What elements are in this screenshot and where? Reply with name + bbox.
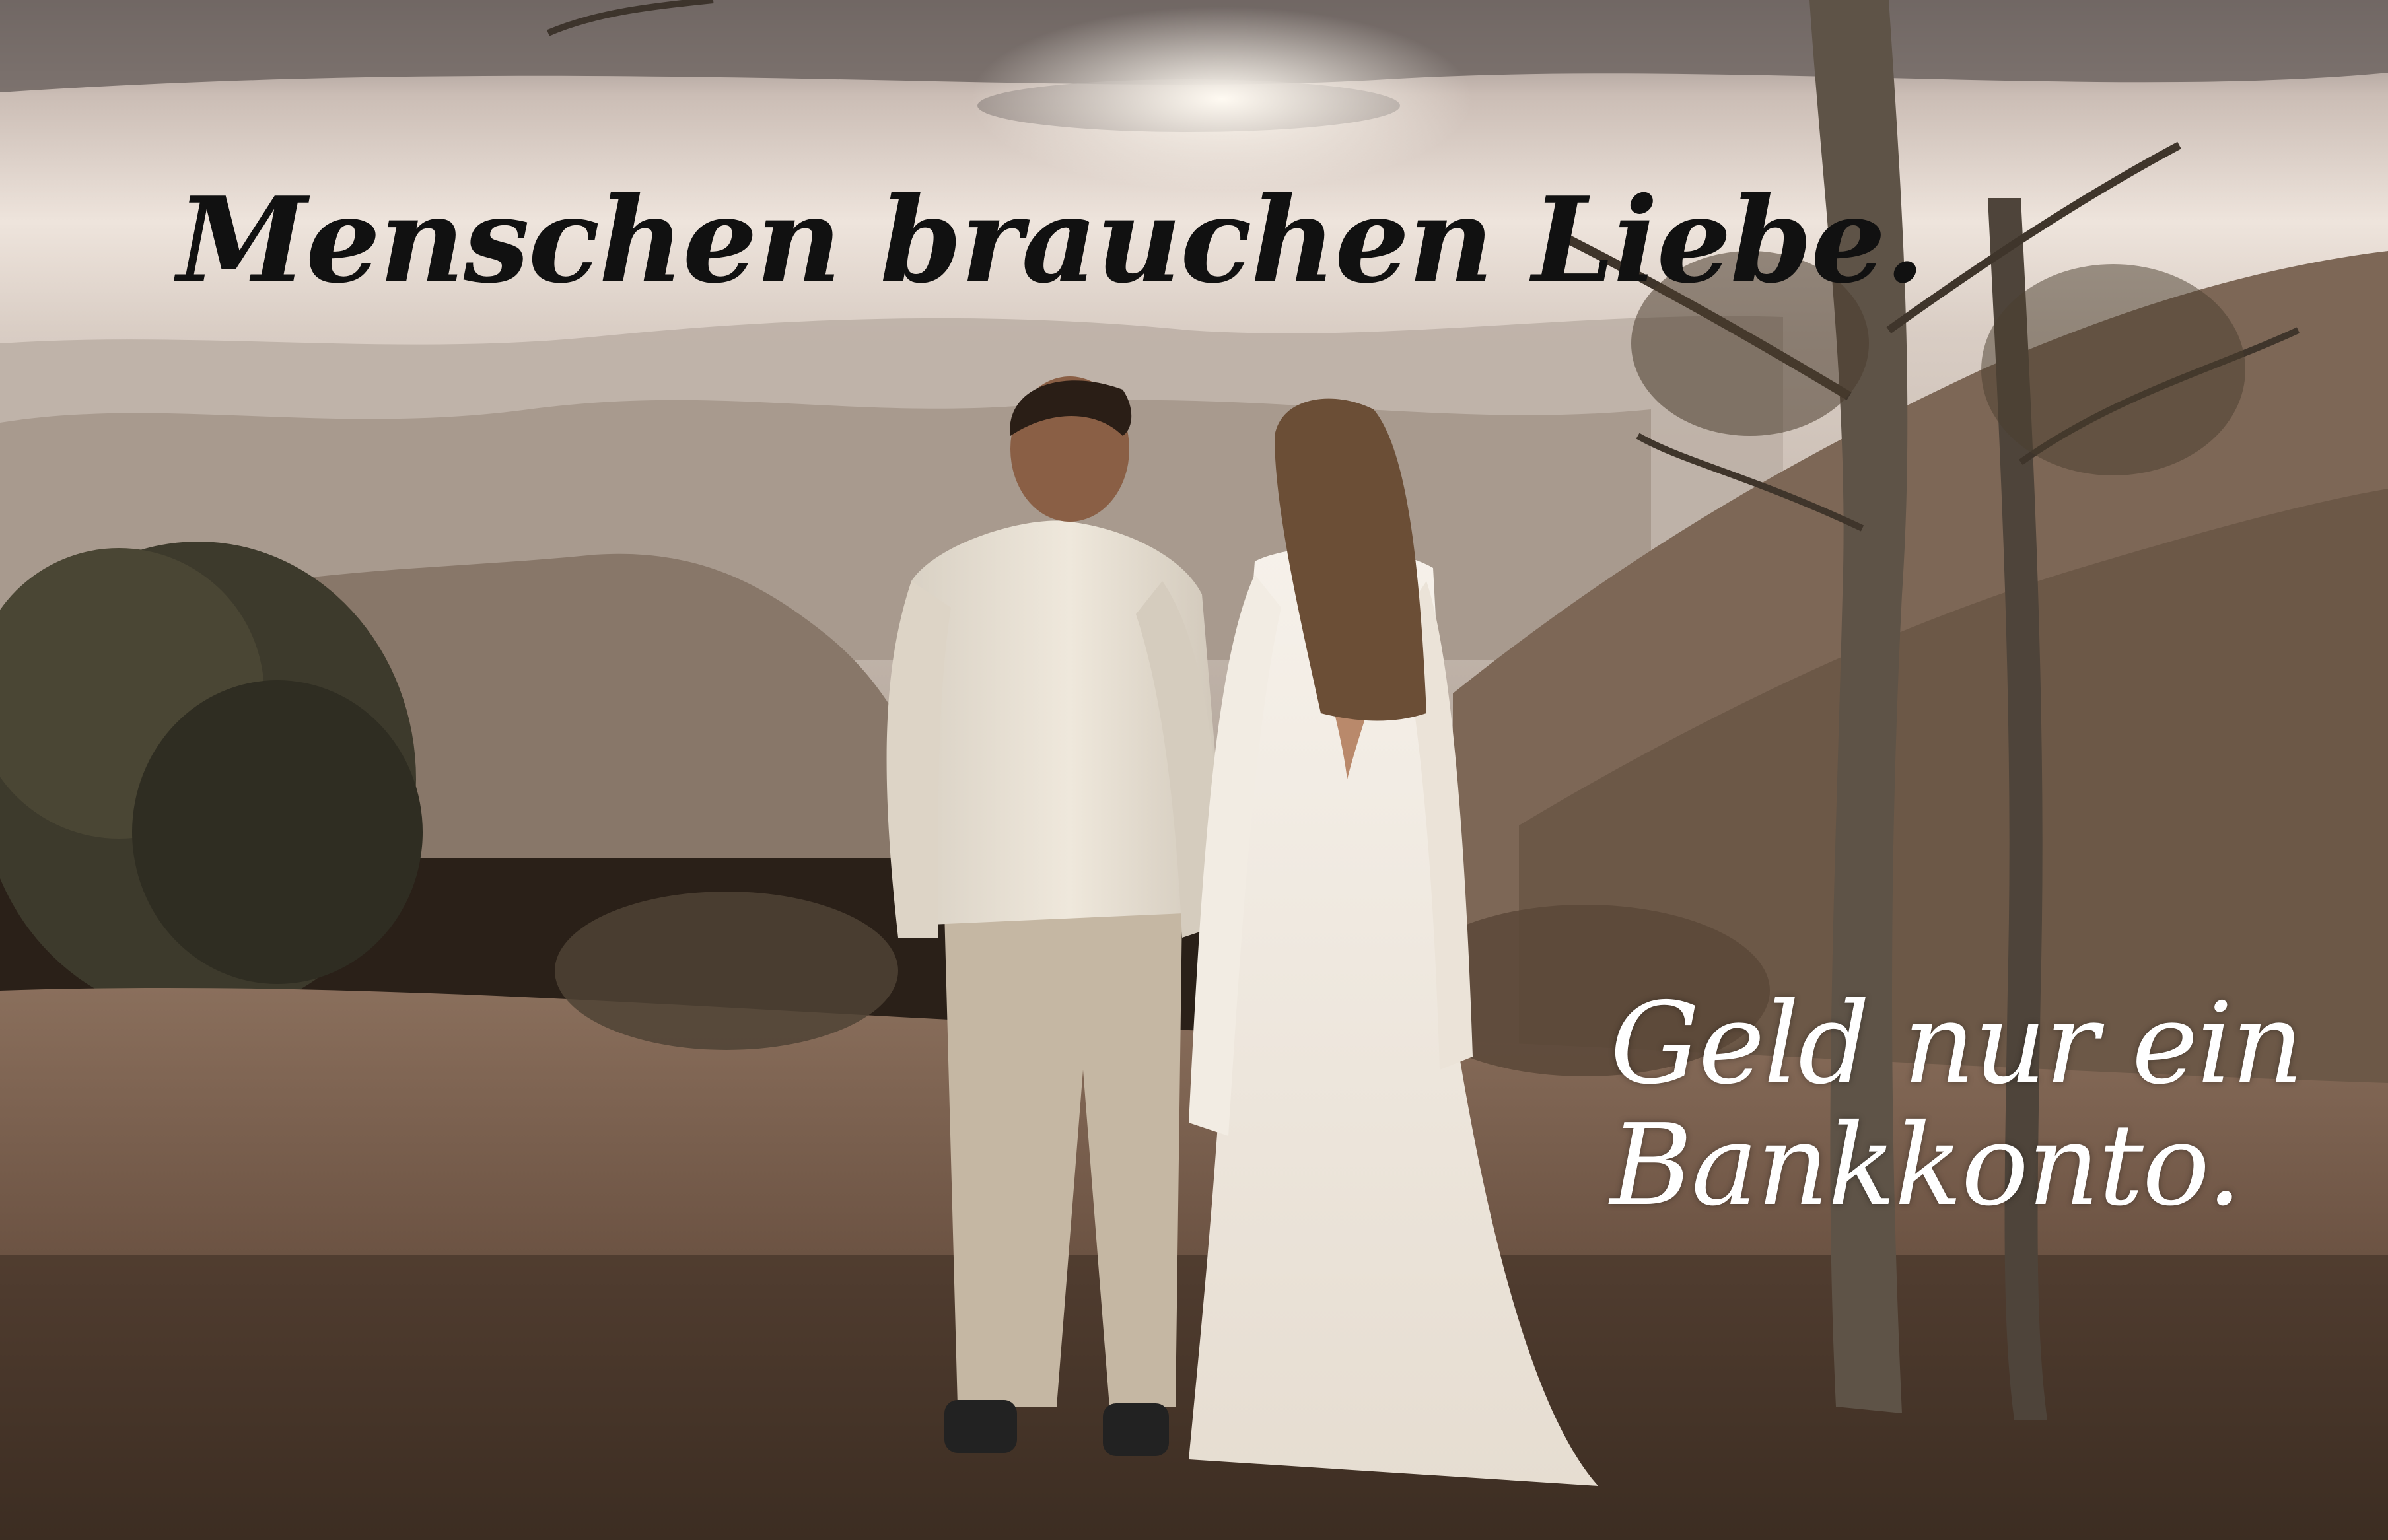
photo-scene: Menschen brauchen Liebe. Geld nur ein Ba… [0, 0, 2388, 1540]
quote-line-top: Menschen brauchen Liebe. [177, 171, 1925, 309]
quote-line-middle: Geld nur ein [1610, 979, 2303, 1109]
quote-line-bottom: Bankkonto. [1610, 1100, 2242, 1231]
quote-block-bottom: Geld nur ein Bankkonto. [1610, 979, 2303, 1231]
